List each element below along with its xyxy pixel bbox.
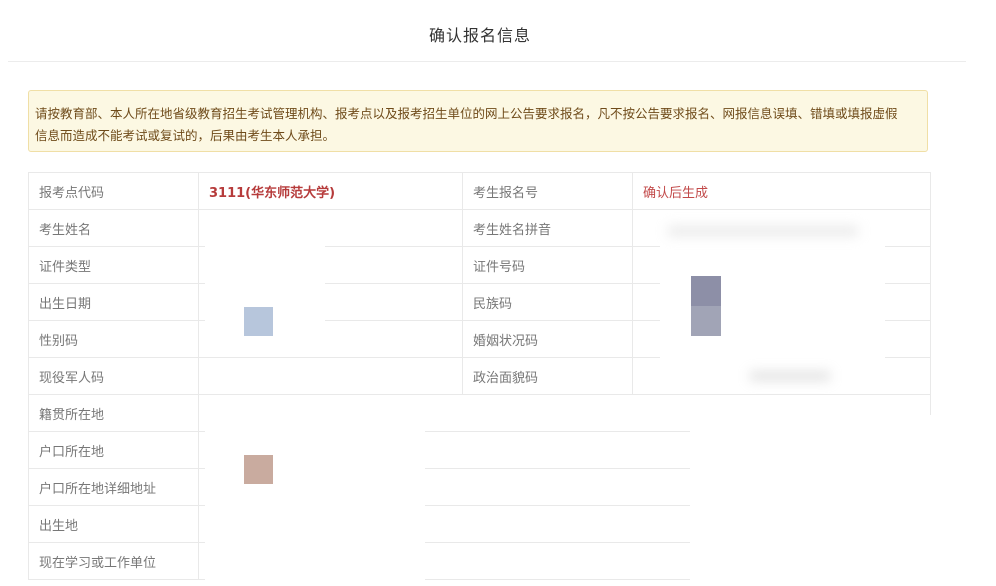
gender-code-value — [198, 320, 463, 358]
redaction-mask — [205, 212, 325, 322]
name-pinyin-label: 考生姓名拼音 — [462, 209, 633, 247]
birthplace-label: 出生地 — [28, 505, 199, 543]
political-status-label: 政治面貌码 — [462, 357, 633, 395]
id-number-label: 证件号码 — [462, 246, 633, 284]
page-header: 确认报名信息 — [0, 0, 996, 62]
exam-site-code-label: 报考点代码 — [28, 172, 199, 210]
household-address-label: 户口所在地详细地址 — [28, 468, 199, 506]
exam-site-code-value: 3111(华东师范大学) — [198, 172, 463, 210]
redaction-blur — [750, 372, 830, 380]
birth-date-label: 出生日期 — [28, 283, 199, 321]
redaction-mask — [690, 415, 980, 580]
page-title: 确认报名信息 — [428, 26, 531, 45]
military-code-value — [198, 357, 463, 395]
redaction-swatch — [244, 455, 273, 484]
notice-alert: 请按教育部、本人所在地省级教育招生考试管理机构、报考点以及报考招生单位的网上公告… — [28, 90, 928, 152]
marital-status-label: 婚姻状况码 — [462, 320, 633, 358]
header-divider — [8, 61, 966, 62]
redaction-swatch — [244, 307, 273, 336]
gender-code-label: 性别码 — [28, 320, 199, 358]
name-label: 考生姓名 — [28, 209, 199, 247]
redaction-blur — [668, 226, 858, 236]
registration-number-label: 考生报名号 — [462, 172, 633, 210]
redaction-swatch — [691, 306, 721, 336]
workplace-label: 现在学习或工作单位 — [28, 542, 199, 580]
id-type-label: 证件类型 — [28, 246, 199, 284]
redaction-swatch — [691, 276, 721, 306]
notice-text: 请按教育部、本人所在地省级教育招生考试管理机构、报考点以及报考招生单位的网上公告… — [35, 106, 898, 143]
ethnicity-code-label: 民族码 — [462, 283, 633, 321]
table-row: 报考点代码 3111(华东师范大学) 考生报名号 确认后生成 — [28, 172, 931, 210]
military-code-label: 现役军人码 — [28, 357, 199, 395]
registration-number-value: 确认后生成 — [632, 172, 931, 210]
household-location-label: 户口所在地 — [28, 431, 199, 469]
native-place-label: 籍贯所在地 — [28, 394, 199, 432]
redaction-mask — [205, 395, 425, 580]
